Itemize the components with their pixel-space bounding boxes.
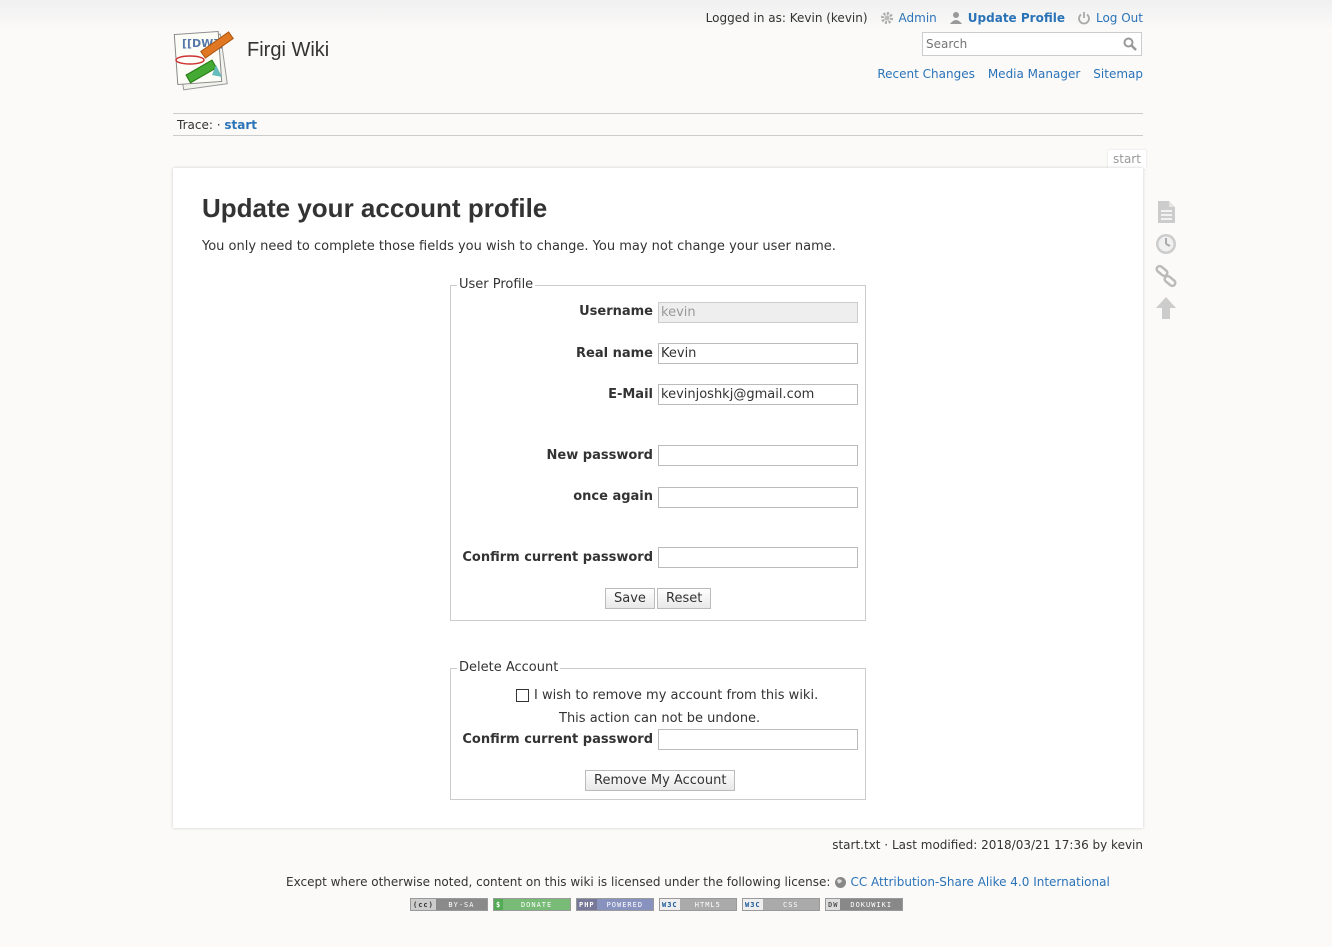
user-profile-fieldset: User Profile Username Real name E-Mail N… <box>450 277 866 621</box>
user-profile-legend: User Profile <box>457 277 536 292</box>
backlinks-button[interactable] <box>1153 260 1179 292</box>
user-tools: Logged in as: Kevin (kevin) Admin Update… <box>706 10 1143 26</box>
dokuwiki-badge[interactable]: DW DOKUWIKI <box>825 898 903 911</box>
confirm-password-field[interactable] <box>658 547 858 568</box>
admin-link[interactable]: Admin <box>880 11 937 25</box>
dokuwiki-logo-icon: [[DW]] <box>173 30 234 91</box>
delete-account-fieldset: Delete Account I wish to remove my accou… <box>450 660 866 800</box>
globe-icon <box>835 876 847 888</box>
badge-right: CSS <box>762 899 819 910</box>
media-manager-link[interactable]: Media Manager <box>988 67 1080 81</box>
back-to-top-arrow-icon <box>1156 297 1176 319</box>
search-input[interactable] <box>923 33 1119 55</box>
show-page-button[interactable] <box>1153 196 1179 228</box>
update-profile-link[interactable]: Update Profile <box>949 11 1065 25</box>
w3c-html5-badge[interactable]: W3C HTML5 <box>659 898 737 911</box>
wiki-logo[interactable]: [[DW]] <box>172 27 240 93</box>
breadcrumb-start-link[interactable]: start <box>224 118 257 132</box>
badge-right: DOKUWIKI <box>840 899 902 910</box>
delete-warning-text: This action can not be undone. <box>559 711 761 726</box>
badge-left: DW <box>826 899 841 910</box>
license-link[interactable]: CC Attribution-Share Alike 4.0 Internati… <box>834 875 1110 889</box>
badge-left: PHP <box>577 899 597 910</box>
admin-label: Admin <box>898 11 937 25</box>
search-button[interactable] <box>1123 37 1137 55</box>
user-icon <box>949 12 962 24</box>
badge-left: W3C <box>660 899 680 910</box>
document-icon <box>1158 201 1175 223</box>
password-again-field[interactable] <box>658 487 858 508</box>
logout-label: Log Out <box>1095 11 1143 25</box>
delete-account-legend: Delete Account <box>457 660 561 675</box>
badge-right: BY-SA <box>435 899 487 910</box>
badge-right: DONATE <box>503 899 570 910</box>
back-to-top-button[interactable] <box>1153 292 1179 324</box>
email-field[interactable] <box>658 384 858 405</box>
backlinks-chain-icon <box>1155 264 1177 288</box>
realname-field[interactable] <box>658 343 858 364</box>
password-again-label: once again <box>573 489 653 504</box>
new-password-field[interactable] <box>658 445 858 466</box>
badge-left: (cc) <box>411 899 436 910</box>
site-tools: Recent Changes Media Manager Sitemap <box>864 67 1143 81</box>
license-link-label: CC Attribution-Share Alike 4.0 Internati… <box>850 875 1110 889</box>
recent-changes-link[interactable]: Recent Changes <box>877 67 974 81</box>
badge-left: W3C <box>743 899 763 910</box>
breadcrumb: Trace: · start <box>177 118 257 132</box>
page-intro: You only need to complete those fields y… <box>202 239 836 254</box>
history-clock-icon <box>1156 234 1176 254</box>
footer-badges: (cc) BY-SA $ DONATE PHP POWERED W3C HTML5 W3… <box>410 898 908 911</box>
license-text: Except where otherwise noted, content on… <box>286 875 831 889</box>
delete-confirm-checkbox-row[interactable]: I wish to remove my account from this wi… <box>516 688 818 703</box>
confirm-password-label: Confirm current password <box>462 550 653 565</box>
save-button[interactable]: Save <box>605 588 655 609</box>
php-powered-badge[interactable]: PHP POWERED <box>576 898 654 911</box>
page-tools <box>1153 196 1179 324</box>
header-divider <box>173 113 1143 114</box>
delete-confirm-password-field[interactable] <box>658 729 858 750</box>
gear-icon <box>880 12 893 24</box>
wiki-title[interactable]: Firgi Wiki <box>247 39 329 62</box>
username-label: Username <box>579 304 653 319</box>
badge-right: POWERED <box>596 899 653 910</box>
power-icon <box>1078 12 1090 25</box>
delete-confirm-checkbox-label: I wish to remove my account from this wi… <box>534 688 819 703</box>
page-id-tab: start <box>1108 150 1146 169</box>
license-info: Except where otherwise noted, content on… <box>286 875 1110 889</box>
reset-button[interactable]: Reset <box>657 588 712 609</box>
donate-badge[interactable]: $ DONATE <box>493 898 571 911</box>
breadcrumb-divider <box>173 135 1143 136</box>
doc-info: start.txt · Last modified: 2018/03/21 17… <box>832 838 1143 852</box>
delete-confirm-password-label: Confirm current password <box>462 732 653 747</box>
logout-link[interactable]: Log Out <box>1077 11 1143 25</box>
breadcrumb-separator: · <box>216 118 221 132</box>
cc-by-sa-badge[interactable]: (cc) BY-SA <box>410 898 488 911</box>
email-label: E-Mail <box>608 387 653 402</box>
w3c-css-badge[interactable]: W3C CSS <box>742 898 820 911</box>
new-password-label: New password <box>546 448 653 463</box>
badge-right: HTML5 <box>679 899 736 910</box>
search-icon <box>1123 37 1137 51</box>
realname-label: Real name <box>576 346 653 361</box>
remove-account-button[interactable]: Remove My Account <box>585 770 736 791</box>
badge-left: $ <box>494 899 504 910</box>
delete-confirm-checkbox[interactable] <box>516 689 529 702</box>
logged-in-text: Logged in as: Kevin (kevin) <box>705 11 868 25</box>
search-box <box>922 32 1142 56</box>
update-profile-label: Update Profile <box>967 11 1065 25</box>
page-title: Update your account profile <box>202 193 548 223</box>
breadcrumb-label: Trace: <box>177 118 213 132</box>
sitemap-link[interactable]: Sitemap <box>1093 67 1143 81</box>
username-field <box>658 302 858 323</box>
old-revisions-button[interactable] <box>1153 228 1179 260</box>
